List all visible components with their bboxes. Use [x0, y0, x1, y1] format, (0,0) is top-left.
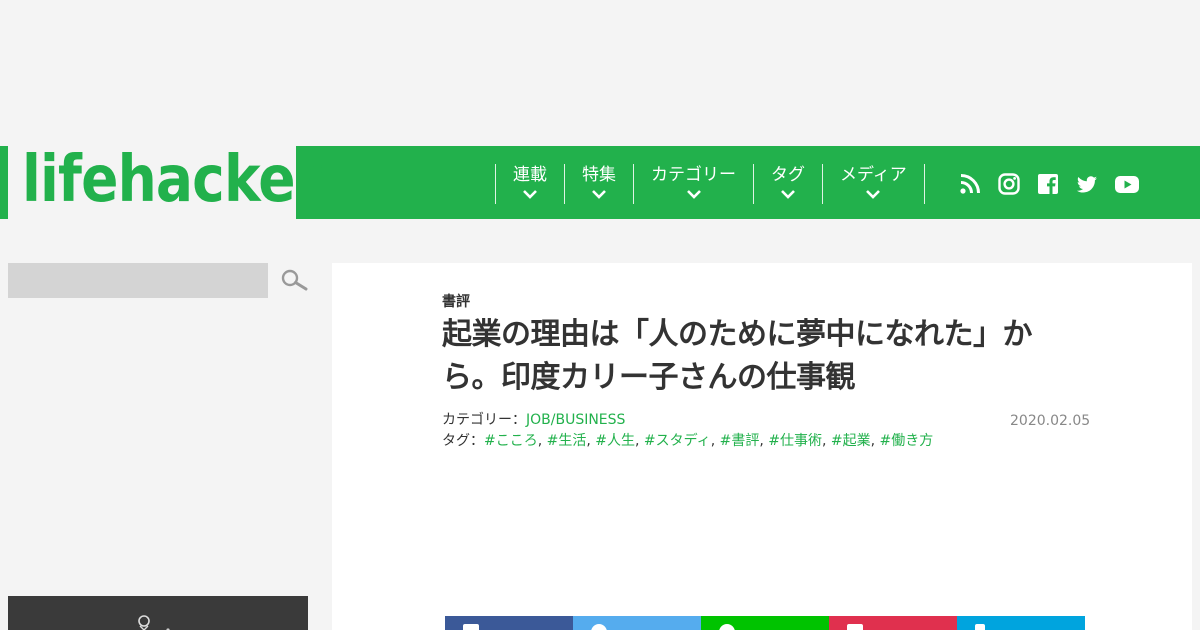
nav-item-categories[interactable]: カテゴリー: [633, 164, 753, 204]
chevron-down-icon: [866, 190, 881, 199]
share-pocket-button[interactable]: [829, 616, 957, 630]
publish-date: 2020.02.05: [1010, 413, 1091, 429]
nav-item-label: カテゴリー: [651, 165, 736, 185]
hatena-icon: [975, 624, 985, 630]
chevron-down-icon: [592, 190, 606, 199]
tag-link[interactable]: #こころ: [484, 433, 538, 449]
logo-stripe: [0, 146, 8, 219]
category-label: カテゴリー：: [442, 412, 526, 428]
nav-item-label: タグ: [771, 165, 805, 185]
share-line-button[interactable]: [701, 616, 829, 630]
category-line: カテゴリー：JOB/BUSINESS: [442, 410, 933, 431]
nav-item-label: 特集: [582, 165, 616, 185]
chalkboard-drawing: [8, 596, 308, 630]
chevron-down-icon: [523, 190, 537, 199]
tag-link[interactable]: #働き方: [880, 433, 934, 449]
line-icon: [719, 624, 735, 630]
search-icon[interactable]: [280, 268, 308, 294]
pocket-icon: [847, 624, 863, 630]
chevron-down-icon: [686, 190, 701, 199]
logo-text[interactable]: lifehacker: [22, 144, 322, 217]
share-hatena-button[interactable]: [957, 616, 1085, 630]
facebook-icon: [463, 624, 479, 630]
instagram-icon[interactable]: [997, 172, 1021, 196]
tag-link[interactable]: #書評: [720, 433, 760, 449]
logo[interactable]: lifehacker: [0, 144, 322, 219]
share-facebook-button[interactable]: [445, 616, 573, 630]
nav-item-features[interactable]: 特集: [564, 164, 633, 204]
youtube-icon[interactable]: [1114, 172, 1140, 196]
nav-item-label: 連載: [513, 165, 547, 185]
article-title: 起業の理由は「人のために夢中になれた」から。印度カリー子さんの仕事観: [442, 317, 1033, 395]
nav-item-tags[interactable]: タグ: [753, 164, 822, 204]
chevron-down-icon: [781, 190, 795, 199]
tags-line: タグ：#こころ, #生活, #人生, #スタディ, #書評, #仕事術, #起業…: [442, 433, 934, 449]
twitter-icon[interactable]: [1075, 172, 1099, 196]
nav-item-series[interactable]: 連載: [495, 164, 564, 204]
article-card: 書評 起業の理由は「人のために夢中になれた」から。印度カリー子さんの仕事観 カテ…: [332, 263, 1192, 630]
article-meta: カテゴリー：JOB/BUSINESS タグ：#こころ, #生活, #人生, #ス…: [442, 410, 933, 452]
main-nav: 連載 特集 カテゴリー タグ メディア: [495, 164, 925, 204]
category-link[interactable]: JOB/BUSINESS: [526, 412, 625, 428]
sidebar-thumbnail[interactable]: [8, 596, 308, 630]
tag-link[interactable]: #起業: [831, 433, 871, 449]
share-buttons: [445, 616, 1085, 630]
social-links: [958, 172, 1140, 196]
nav-item-media[interactable]: メディア: [822, 164, 925, 204]
article-category-heading[interactable]: 書評: [442, 291, 470, 311]
tag-link[interactable]: #生活: [547, 433, 587, 449]
tag-link[interactable]: #仕事術: [768, 433, 822, 449]
rss-icon[interactable]: [958, 172, 982, 196]
search-input[interactable]: [8, 263, 268, 298]
tags-label: タグ：: [442, 433, 484, 449]
share-twitter-button[interactable]: [573, 616, 701, 630]
twitter-icon: [591, 624, 607, 630]
tag-link[interactable]: #スタディ: [644, 433, 711, 449]
facebook-icon[interactable]: [1036, 172, 1060, 196]
tag-link[interactable]: #人生: [595, 433, 635, 449]
nav-item-label: メディア: [840, 165, 907, 185]
